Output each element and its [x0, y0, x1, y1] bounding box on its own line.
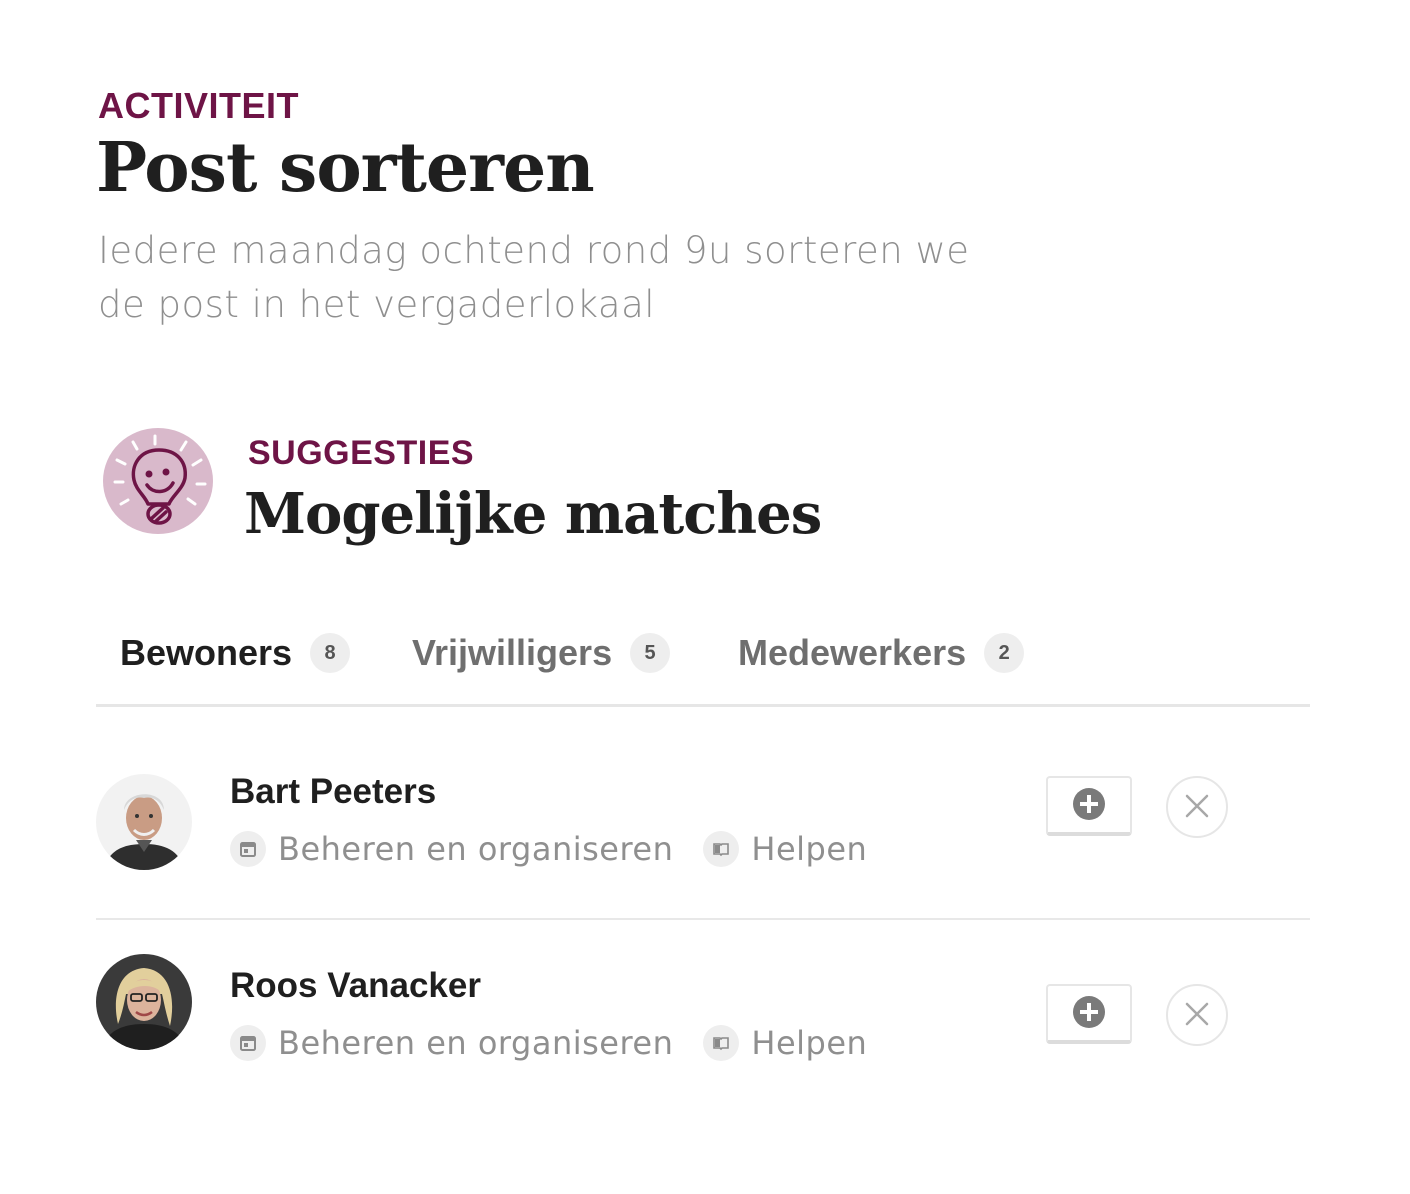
tab-label: Vrijwilligers	[412, 632, 613, 673]
tab-count-badge: 2	[984, 633, 1025, 673]
dismiss-match-button[interactable]	[1166, 984, 1228, 1046]
activity-title: Post sorteren	[96, 128, 595, 208]
tag-label: Beheren en organiseren	[278, 1024, 674, 1062]
tab-bewoners[interactable]: Bewoners 8	[120, 628, 351, 678]
person-name: Bart Peeters	[230, 772, 437, 811]
add-match-button[interactable]	[1046, 984, 1132, 1044]
plus-circle-icon	[1072, 995, 1106, 1032]
person-name: Roos Vanacker	[230, 966, 481, 1005]
activity-eyebrow: ACTIVITEIT	[98, 85, 299, 126]
lightbulb-icon	[103, 428, 213, 534]
activity-description: Iedere maandag ochtend rond 9u sorteren …	[98, 229, 970, 326]
calendar-icon	[230, 1025, 266, 1061]
avatar	[96, 954, 192, 1050]
tab-label: Medewerkers	[738, 632, 967, 673]
tag-label: Helpen	[751, 830, 868, 868]
suggestions-eyebrow: SUGGESTIES	[248, 434, 475, 472]
calendar-icon	[230, 831, 266, 867]
tag-label: Beheren en organiseren	[278, 830, 674, 868]
tab-vrijwilligers[interactable]: Vrijwilligers 5	[412, 628, 671, 678]
book-icon	[703, 831, 740, 867]
match-row: Bart Peeters Beheren en organiseren Help…	[96, 730, 1310, 920]
tag-list: Beheren en organiseren Helpen	[230, 830, 897, 868]
add-match-button[interactable]	[1046, 776, 1132, 836]
tag: Beheren en organiseren	[230, 1024, 673, 1062]
dismiss-match-button[interactable]	[1166, 776, 1228, 838]
tag: Helpen	[703, 1024, 867, 1062]
tag: Beheren en organiseren	[230, 830, 673, 868]
tag: Helpen	[703, 830, 867, 868]
avatar	[96, 774, 192, 870]
tab-count-badge: 5	[630, 633, 671, 673]
tag-list: Beheren en organiseren Helpen	[230, 1024, 897, 1062]
plus-circle-icon	[1072, 787, 1106, 824]
tab-medewerkers[interactable]: Medewerkers 2	[738, 628, 1025, 678]
close-icon	[1184, 1001, 1210, 1030]
tag-label: Helpen	[751, 1024, 868, 1062]
close-icon	[1184, 793, 1210, 822]
book-icon	[703, 1025, 740, 1061]
tab-count-badge: 8	[310, 633, 351, 673]
match-row: Roos Vanacker Beheren en organiseren Hel…	[96, 920, 1310, 1110]
tab-bar: Bewoners 8 Vrijwilligers 5 Medewerkers 2	[96, 620, 1310, 707]
tab-label: Bewoners	[120, 632, 293, 673]
suggestions-title: Mogelijke matches	[244, 481, 822, 547]
